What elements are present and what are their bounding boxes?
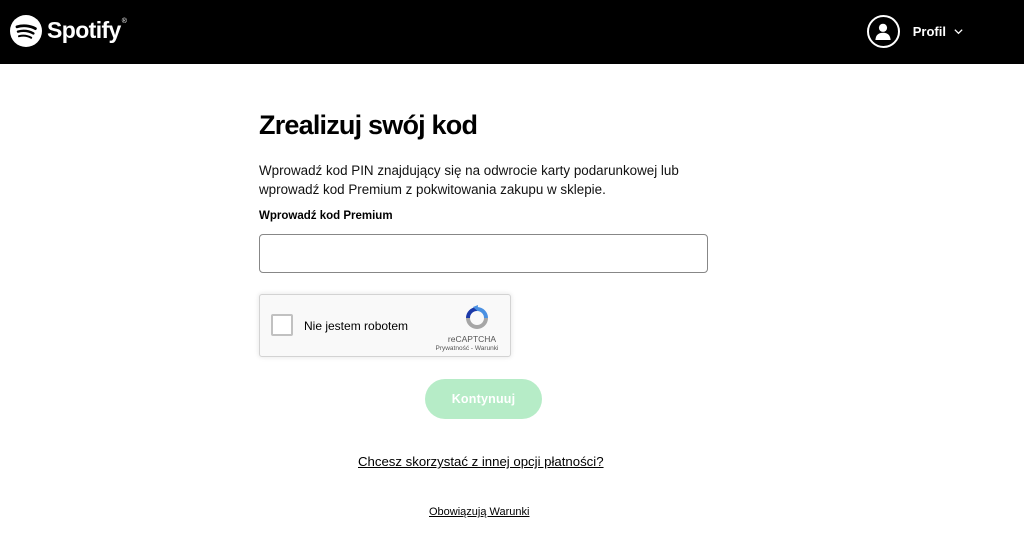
page-title: Zrealizuj swój kod [259,110,478,140]
recaptcha-links: Prywatność - Warunki [425,345,509,352]
profile-menu[interactable]: Profil [866,14,964,48]
terms-link[interactable]: Obowiązują Warunki [429,506,529,518]
redeem-form: Zrealizuj swój kod Wprowadź kod PIN znaj… [259,108,719,518]
recaptcha-terms-link[interactable]: Warunki [475,345,499,352]
registered-mark: ® [121,17,127,25]
other-payment-option-link[interactable]: Chcesz skorzystać z innej opcji płatnośc… [358,454,604,469]
premium-code-input[interactable] [259,234,708,273]
top-navigation-bar: Spotify® Profil [0,0,1024,64]
recaptcha-link-separator: - [470,345,474,352]
recaptcha-checkbox[interactable] [271,314,293,336]
recaptcha-brand: reCAPTCHA [447,334,497,344]
continue-button[interactable]: Kontynuuj [425,379,542,419]
recaptcha-label: Nie jestem robotem [304,319,409,333]
instructions-text: Wprowadź kod PIN znajdujący się na odwro… [259,163,679,197]
recaptcha-privacy-link[interactable]: Prywatność [435,345,469,352]
brand-name: Spotify® [47,16,127,43]
code-field-label: Wprowadź kod Premium [259,210,393,222]
user-icon [866,14,900,48]
profile-label: Profil [912,23,946,39]
spotify-logo-icon [10,15,42,47]
chevron-down-icon [954,28,963,34]
recaptcha-logo-icon [466,305,488,329]
spotify-logo[interactable]: Spotify® [10,14,127,48]
recaptcha-widget: Nie jestem robotem reCAPTCHA Prywatność … [259,294,511,357]
